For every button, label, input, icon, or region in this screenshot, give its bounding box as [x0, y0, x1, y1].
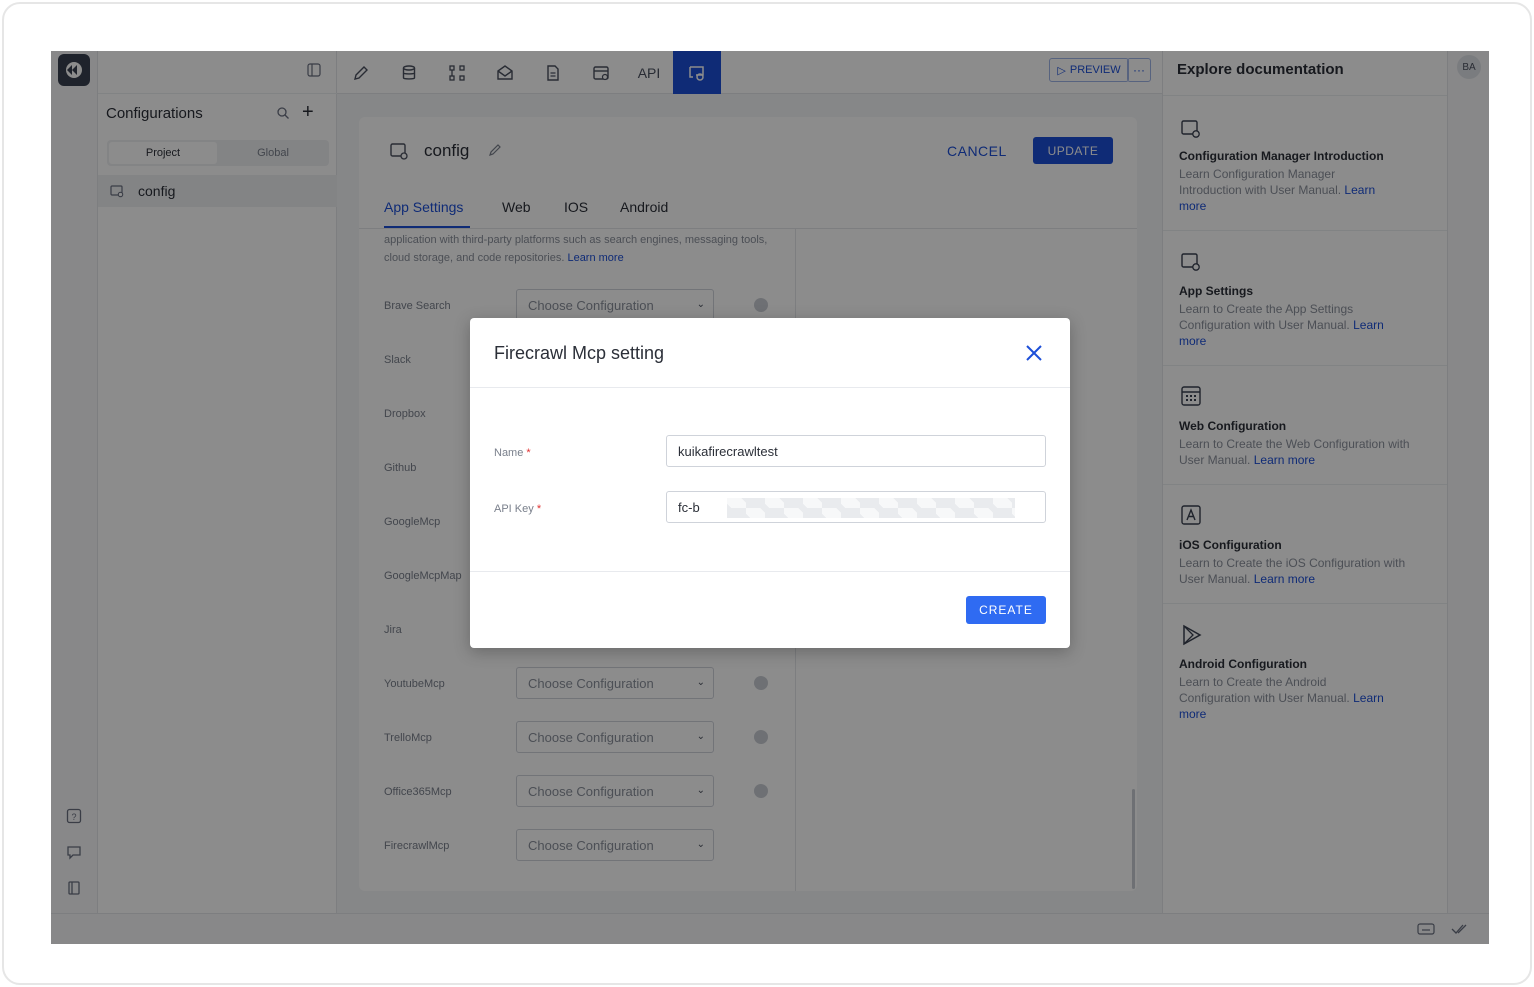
- modal-title: Firecrawl Mcp setting: [494, 343, 665, 363]
- name-field[interactable]: kuikafirecrawltest: [666, 435, 1046, 467]
- required-mark: *: [526, 447, 531, 459]
- window-frame: ? Configurations + Project Global config…: [2, 2, 1532, 985]
- redacted-key-mask: [727, 498, 1015, 518]
- create-button[interactable]: CREATE: [966, 596, 1046, 624]
- api-key-field[interactable]: fc-b: [666, 491, 1046, 523]
- api-key-label: API Key *: [494, 503, 541, 515]
- api-key-field-value: fc-b: [678, 499, 700, 515]
- name-label: Name *: [494, 447, 531, 459]
- name-field-value: kuikafirecrawltest: [678, 443, 778, 459]
- app-root: ? Configurations + Project Global config…: [51, 51, 1489, 944]
- name-label-text: Name: [494, 447, 524, 459]
- close-icon[interactable]: [1023, 342, 1045, 364]
- api-key-label-text: API Key: [494, 503, 534, 515]
- modal-divider: [470, 571, 1070, 572]
- modal-divider: [470, 387, 1070, 388]
- firecrawl-settings-modal: Firecrawl Mcp setting Name * kuikafirecr…: [470, 318, 1070, 648]
- required-mark: *: [536, 503, 542, 515]
